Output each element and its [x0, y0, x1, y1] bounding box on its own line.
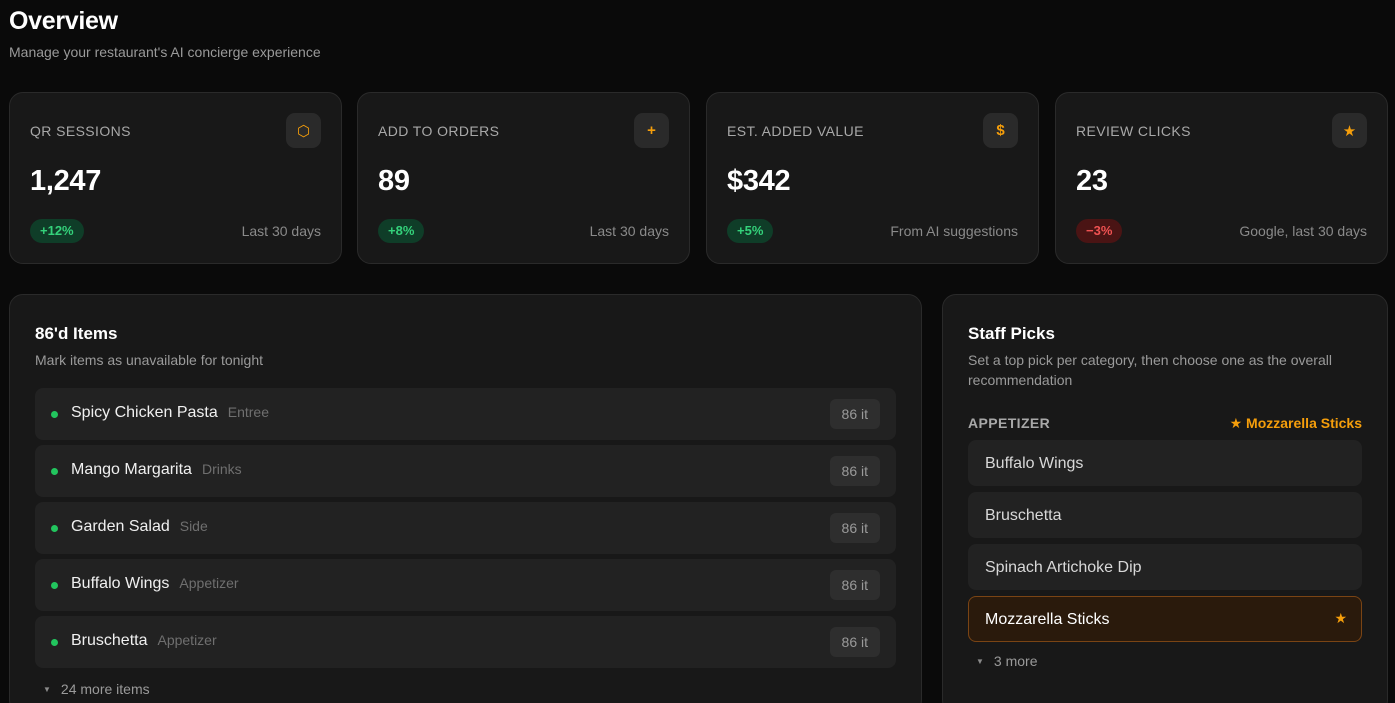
- stat-card-review-clicks: REVIEW CLICKS ★ 23 −3% Google, last 30 d…: [1055, 92, 1388, 264]
- caret-down-icon: ▼: [976, 657, 984, 666]
- item-row: Buffalo Wings Appetizer 86 it: [35, 559, 896, 611]
- panel-subtitle: Mark items as unavailable for tonight: [35, 352, 263, 368]
- pick-option-label: Spinach Artichoke Dip: [985, 559, 1142, 576]
- pick-option[interactable]: Bruschetta: [968, 492, 1362, 538]
- stat-value: 23: [1076, 165, 1108, 197]
- page-subtitle: Manage your restaurant's AI concierge ex…: [9, 44, 321, 60]
- dollar-icon: $: [983, 113, 1018, 148]
- stat-card-qr-sessions: QR SESSIONS ⬡ 1,247 +12% Last 30 days: [9, 92, 342, 264]
- stat-card-est-added-value: EST. ADDED VALUE $ $342 +5% From AI sugg…: [706, 92, 1039, 264]
- show-more-items-toggle[interactable]: ▼ 24 more items: [43, 681, 150, 697]
- 86-it-button[interactable]: 86 it: [829, 399, 880, 429]
- 86-it-button[interactable]: 86 it: [829, 513, 880, 543]
- more-items-label: 24 more items: [60, 681, 150, 697]
- item-row: Spicy Chicken Pasta Entree 86 it: [35, 388, 896, 440]
- pick-option-label: Buffalo Wings: [985, 455, 1084, 472]
- stat-period: From AI suggestions: [890, 223, 1018, 239]
- pick-option-selected[interactable]: Mozzarella Sticks ★: [968, 596, 1362, 642]
- stat-value: 89: [378, 165, 410, 197]
- item-row: Bruschetta Appetizer 86 it: [35, 616, 896, 668]
- stat-label: QR SESSIONS: [30, 123, 131, 139]
- item-category: Appetizer: [179, 575, 239, 591]
- stat-value: 1,247: [30, 165, 102, 197]
- pick-option[interactable]: Buffalo Wings: [968, 440, 1362, 486]
- 86-it-button[interactable]: 86 it: [829, 627, 880, 657]
- item-name: Bruschetta: [71, 632, 148, 649]
- star-icon: ★: [1332, 113, 1367, 148]
- item-name: Garden Salad: [71, 518, 170, 535]
- plus-icon: +: [634, 113, 669, 148]
- items-86-panel: 86'd Items Mark items as unavailable for…: [9, 294, 922, 703]
- hexagon-icon: ⬡: [286, 113, 321, 148]
- change-badge: +8%: [378, 219, 425, 243]
- item-row: Garden Salad Side 86 it: [35, 502, 896, 554]
- stat-card-add-to-orders: ADD TO ORDERS + 89 +8% Last 30 days: [357, 92, 690, 264]
- pick-option-label: Bruschetta: [985, 507, 1062, 524]
- item-name-group: Mango Margarita Drinks: [71, 461, 242, 479]
- available-dot-icon: [51, 582, 58, 589]
- overview-page: Overview Manage your restaurant's AI con…: [0, 0, 1395, 703]
- stat-value: $342: [727, 165, 791, 197]
- available-dot-icon: [51, 468, 58, 475]
- stat-label: ADD TO ORDERS: [378, 123, 500, 139]
- 86-it-button[interactable]: 86 it: [829, 456, 880, 486]
- item-row: Mango Margarita Drinks 86 it: [35, 445, 896, 497]
- item-name-group: Spicy Chicken Pasta Entree: [71, 404, 269, 422]
- pick-option[interactable]: Spinach Artichoke Dip: [968, 544, 1362, 590]
- stat-label: EST. ADDED VALUE: [727, 123, 864, 139]
- stat-period: Last 30 days: [241, 223, 321, 239]
- stat-period: Google, last 30 days: [1239, 223, 1367, 239]
- panel-subtitle: Set a top pick per category, then choose…: [968, 352, 1332, 388]
- show-more-picks-toggle[interactable]: ▼ 3 more: [976, 653, 1038, 669]
- page-title: Overview: [9, 7, 118, 35]
- current-pick: ★ Mozzarella Sticks: [1229, 415, 1362, 431]
- change-badge: −3%: [1076, 219, 1123, 243]
- available-dot-icon: [51, 411, 58, 418]
- pick-option-label: Mozzarella Sticks: [985, 611, 1110, 628]
- item-name: Buffalo Wings: [71, 575, 170, 592]
- item-name-group: Buffalo Wings Appetizer: [71, 575, 239, 593]
- star-icon[interactable]: ★: [1334, 610, 1347, 627]
- available-dot-icon: [51, 639, 58, 646]
- item-category: Drinks: [201, 461, 242, 477]
- staff-picks-panel: Staff Picks Set a top pick per category,…: [942, 294, 1388, 703]
- stat-period: Last 30 days: [589, 223, 669, 239]
- panel-title: Staff Picks: [968, 324, 1055, 343]
- item-name-group: Garden Salad Side: [71, 518, 208, 536]
- available-dot-icon: [51, 525, 58, 532]
- item-category: Entree: [227, 404, 269, 420]
- item-name-group: Bruschetta Appetizer: [71, 632, 217, 650]
- category-label: APPETIZER: [968, 415, 1051, 431]
- change-badge: +5%: [727, 219, 774, 243]
- item-category: Appetizer: [157, 632, 217, 648]
- more-picks-label: 3 more: [993, 653, 1038, 669]
- panel-title: 86'd Items: [35, 324, 118, 343]
- stat-label: REVIEW CLICKS: [1076, 123, 1191, 139]
- caret-down-icon: ▼: [43, 685, 51, 694]
- item-category: Side: [179, 518, 208, 534]
- item-name: Mango Margarita: [71, 461, 192, 478]
- item-name: Spicy Chicken Pasta: [71, 404, 218, 421]
- stats-row: QR SESSIONS ⬡ 1,247 +12% Last 30 days AD…: [9, 92, 1390, 264]
- change-badge: +12%: [30, 219, 84, 243]
- 86-it-button[interactable]: 86 it: [829, 570, 880, 600]
